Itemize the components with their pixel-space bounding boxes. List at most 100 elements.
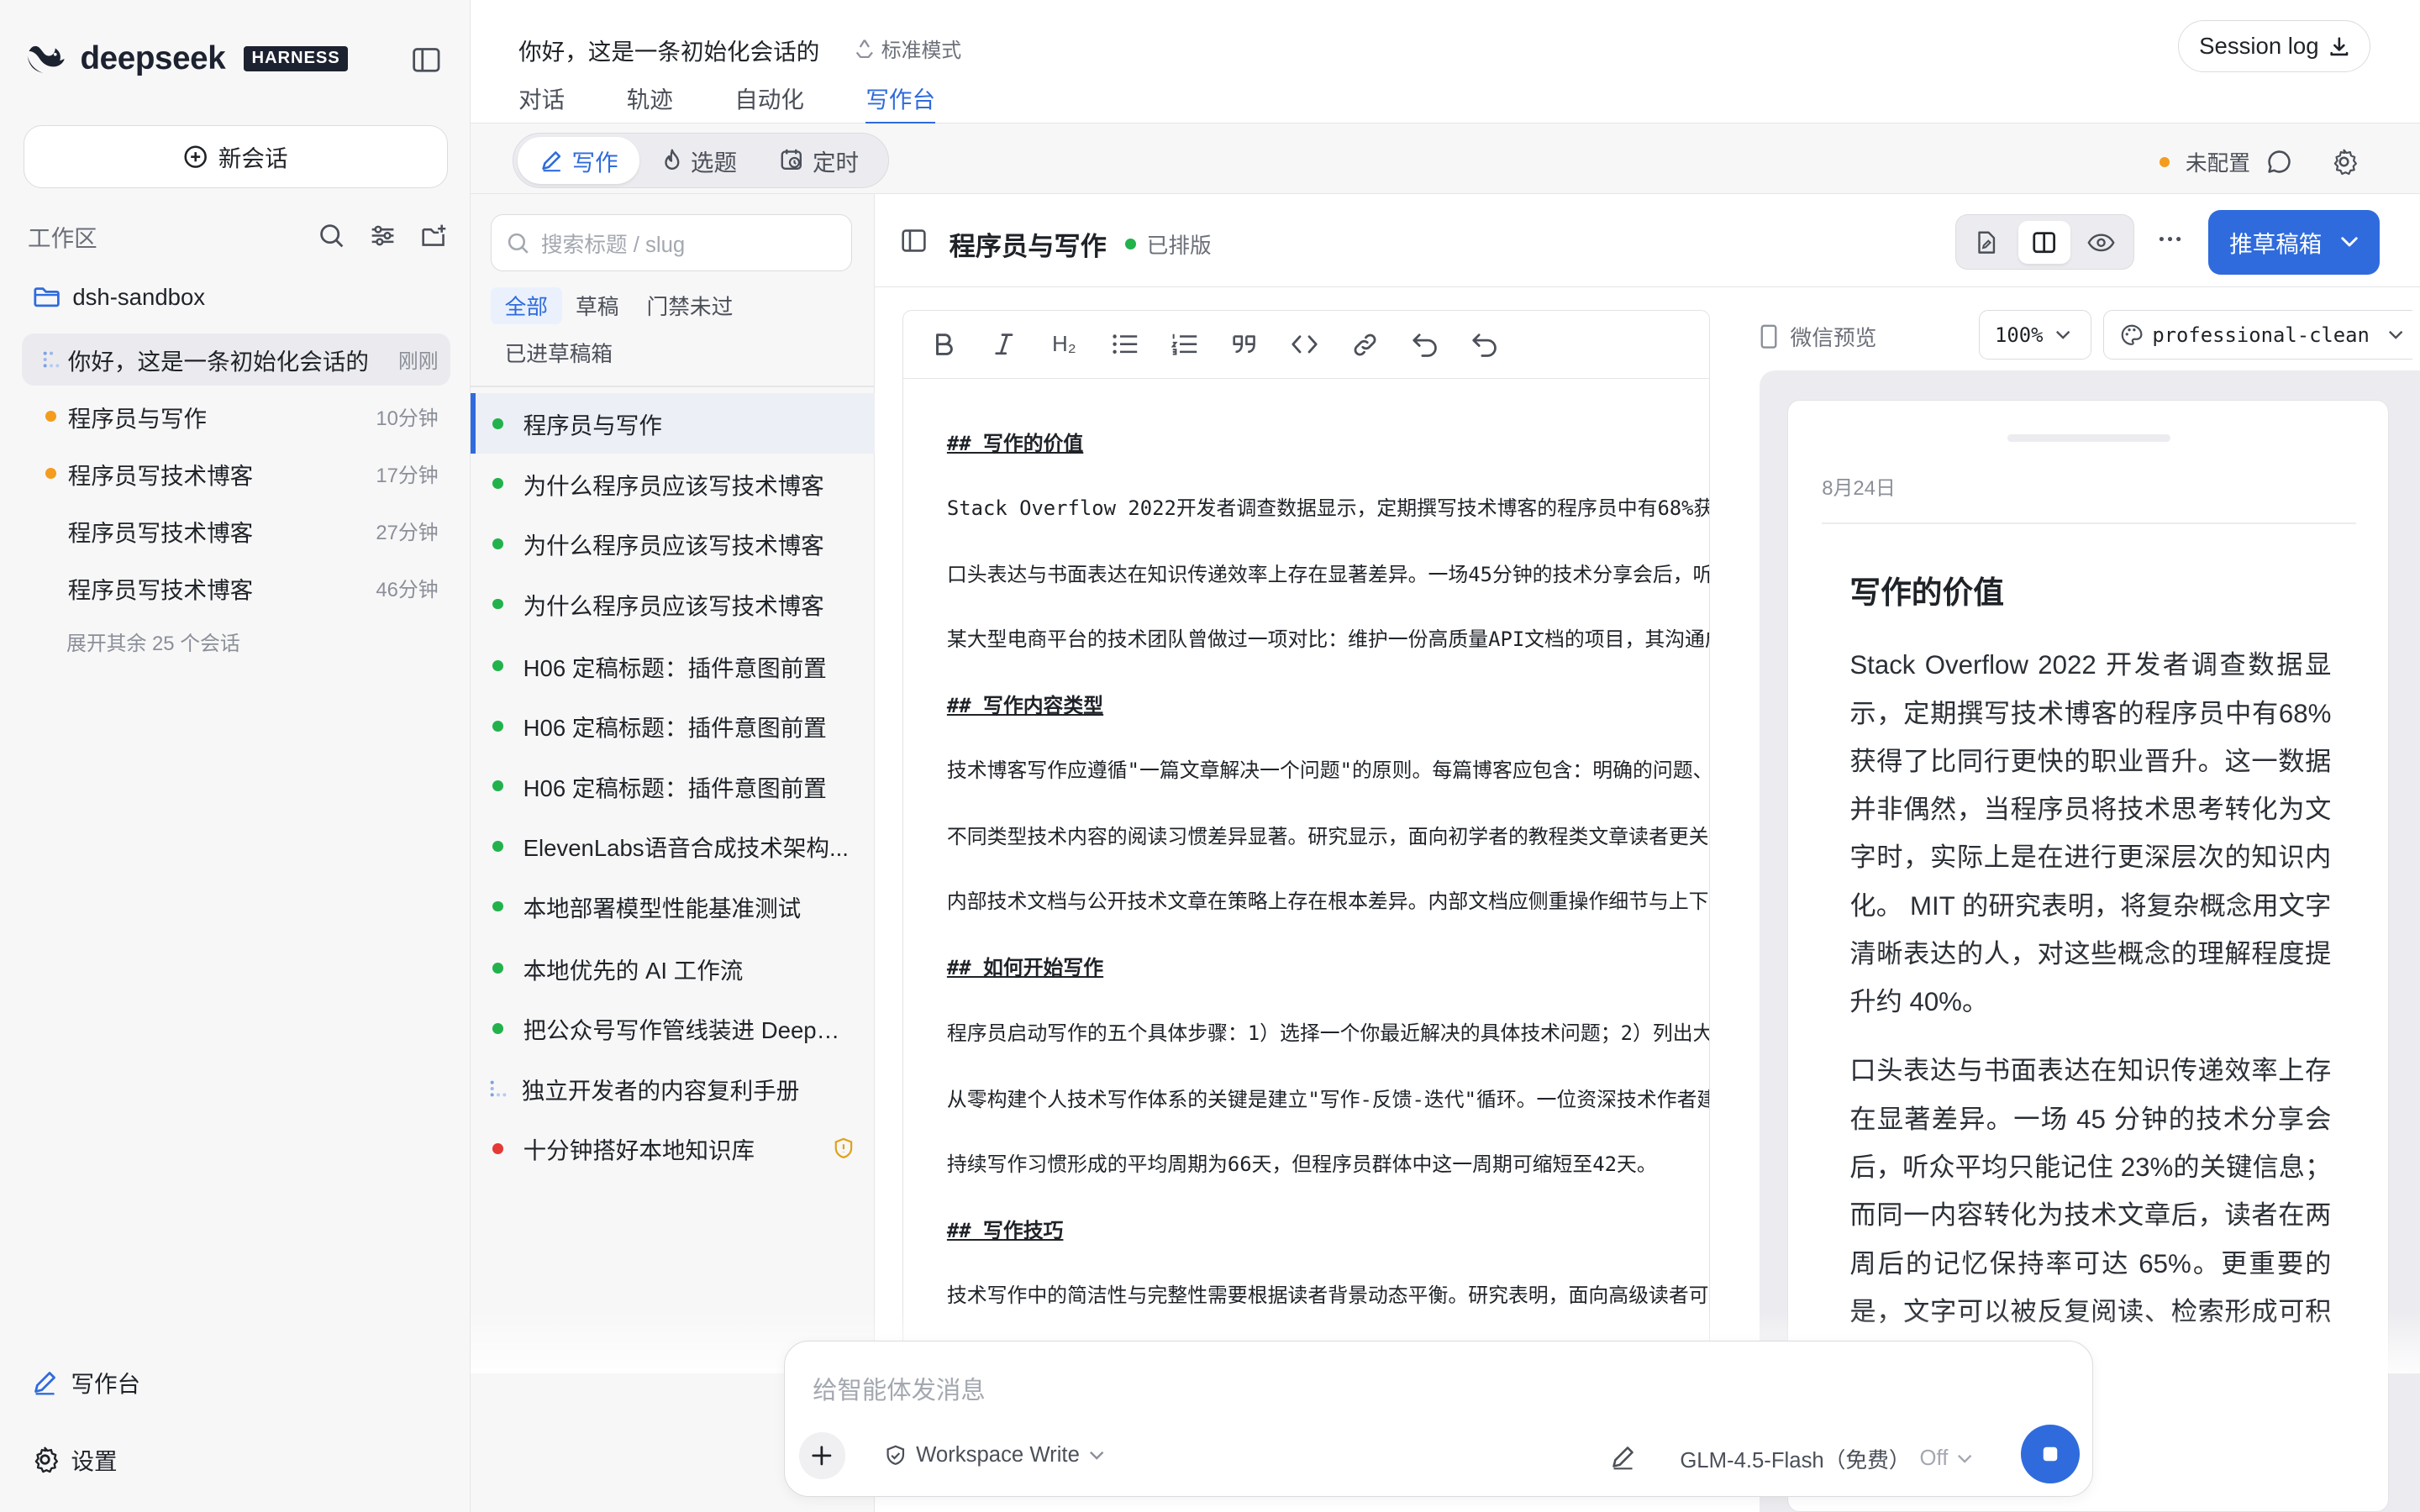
status-dot bbox=[492, 780, 503, 792]
filter-in-drafts[interactable]: 已进草稿箱 bbox=[491, 333, 627, 370]
draft-item[interactable]: H06 定稿标题：插件意图前置 bbox=[471, 636, 875, 696]
session-item[interactable]: 程序员写技术博客 46分钟 bbox=[22, 562, 451, 614]
draft-item[interactable]: 本地部署模型性能基准测试 bbox=[471, 876, 875, 937]
draft-item[interactable]: ElevenLabs语音合成技术架构... bbox=[471, 816, 875, 877]
theme-select[interactable]: professional-clean bbox=[2103, 310, 2412, 360]
filter-gate-failed[interactable]: 门禁未过 bbox=[633, 287, 747, 324]
ordered-list-icon[interactable] bbox=[1169, 329, 1200, 360]
status-dot bbox=[492, 900, 503, 912]
markdown-editor[interactable]: H₂ ## 写作的价值 Stack Overflow 2022开发者调查数据显示… bbox=[902, 310, 1711, 1375]
theme-value: professional-clean bbox=[2152, 323, 2370, 347]
document-status-text: 已排版 bbox=[1146, 234, 1212, 258]
chat-bubble-icon[interactable] bbox=[2265, 148, 2293, 176]
editor-line: 程序员启动写作的五个具体步骤：1）选择一个你最近解决的具体技术问题；2）列出大纲… bbox=[946, 1021, 1711, 1045]
pencil-icon bbox=[31, 1368, 59, 1396]
session-item[interactable]: 程序员写技术博客 27分钟 bbox=[22, 505, 451, 557]
source-view-button[interactable] bbox=[1961, 221, 2013, 264]
view-mode-toggle bbox=[1955, 214, 2135, 270]
status-dot bbox=[492, 963, 503, 974]
segment-topics[interactable]: 选题 bbox=[639, 137, 758, 183]
workspace-mode-select[interactable]: Workspace Write bbox=[884, 1443, 1105, 1467]
split-view-button[interactable] bbox=[2018, 220, 2070, 265]
new-folder-icon[interactable] bbox=[420, 222, 448, 249]
document-title: 程序员与写作 bbox=[949, 232, 1107, 262]
expand-more-sessions[interactable]: 展开其余 25 个会话 bbox=[66, 627, 240, 656]
tab-trace[interactable]: 轨迹 bbox=[627, 81, 673, 123]
tab-automation[interactable]: 自动化 bbox=[734, 81, 804, 123]
filter-all[interactable]: 全部 bbox=[491, 286, 562, 324]
session-item[interactable]: 程序员与写作 10分钟 bbox=[22, 391, 451, 443]
session-time: 10分钟 bbox=[376, 407, 439, 431]
tab-writing-desk[interactable]: 写作台 bbox=[865, 81, 936, 125]
workspace-folder[interactable]: dsh-sandbox bbox=[34, 284, 205, 311]
code-icon[interactable] bbox=[1290, 329, 1321, 360]
new-chat-label: 新会话 bbox=[218, 145, 288, 172]
chevron-down-icon bbox=[2388, 329, 2403, 340]
heading-icon[interactable]: H₂ bbox=[1049, 329, 1080, 360]
editor-line: 持续写作习惯形成的平均周期为66天，但程序员群体中这一周期可缩短至42天。 bbox=[946, 1152, 1657, 1176]
filter-sliders-icon[interactable] bbox=[369, 222, 397, 249]
conversation-title: 你好，这是一条初始化会话的 bbox=[518, 38, 820, 65]
model-name: GLM-4.5-Flash（免费） bbox=[1680, 1449, 1911, 1473]
push-to-drafts-button[interactable]: 推草稿箱 bbox=[2208, 209, 2381, 275]
draft-item[interactable]: 程序员与写作 bbox=[471, 393, 876, 454]
preview-view-button[interactable] bbox=[2075, 221, 2127, 264]
status-dot bbox=[492, 841, 503, 852]
attach-button[interactable] bbox=[798, 1432, 845, 1479]
quote-icon[interactable] bbox=[1229, 329, 1260, 360]
redo-icon[interactable] bbox=[1470, 329, 1501, 360]
folder-name: dsh-sandbox bbox=[72, 283, 206, 310]
whale-logo-icon bbox=[24, 42, 67, 76]
mode-label: 标准模式 bbox=[881, 39, 962, 63]
message-input[interactable]: 给智能体发消息 bbox=[813, 1371, 986, 1406]
draft-item[interactable]: 为什么程序员应该写技术博客 bbox=[471, 574, 875, 634]
draft-item[interactable]: 独立开发者的内容复利手册 bbox=[471, 1058, 875, 1119]
draft-item[interactable]: H06 定稿标题：插件意图前置 bbox=[471, 696, 875, 756]
gear-icon[interactable] bbox=[2330, 148, 2358, 176]
preview-date: 8月24日 bbox=[1822, 477, 1896, 501]
session-title: 你好，这是一条初始化会话的 bbox=[67, 348, 369, 375]
draft-search-input[interactable]: 搜索标题 / slug bbox=[491, 214, 852, 272]
shield-check-icon bbox=[884, 1444, 908, 1467]
search-icon[interactable] bbox=[318, 222, 345, 249]
draft-title: 为什么程序员应该写技术博客 bbox=[523, 593, 824, 620]
bullet-list-icon[interactable] bbox=[1109, 329, 1140, 360]
more-options-icon[interactable] bbox=[2156, 225, 2184, 253]
mode-badge[interactable]: 标准模式 bbox=[854, 34, 961, 63]
draft-title: H06 定稿标题：插件意图前置 bbox=[523, 774, 827, 801]
sidebar-item-label: 写作台 bbox=[71, 1371, 141, 1398]
sidebar-item-writing-desk[interactable]: 写作台 bbox=[31, 1365, 140, 1399]
draft-item[interactable]: 本地优先的 AI 工作流 bbox=[471, 938, 875, 999]
segment-schedule[interactable]: 定时 bbox=[759, 137, 881, 183]
link-icon[interactable] bbox=[1349, 329, 1381, 360]
editor-line: 技术写作中的简洁性与完整性需要根据读者背景动态平衡。研究表明，面向高级读者可以省… bbox=[946, 1283, 1709, 1307]
filter-draft[interactable]: 草稿 bbox=[562, 287, 633, 324]
editor-heading-line: ## 写作的价值 bbox=[946, 431, 1084, 455]
bold-icon[interactable] bbox=[929, 329, 960, 360]
document-status: 已排版 bbox=[1124, 228, 1212, 260]
draft-item[interactable]: H06 定稿标题：插件意图前置 bbox=[471, 756, 875, 816]
italic-icon[interactable] bbox=[988, 329, 1019, 360]
draft-item[interactable]: 十分钟搭好本地知识库 bbox=[471, 1119, 875, 1179]
edit-pencil-icon[interactable] bbox=[1609, 1443, 1637, 1471]
new-chat-button[interactable]: 新会话 bbox=[23, 124, 448, 189]
tab-chat[interactable]: 对话 bbox=[518, 81, 565, 123]
sidebar-collapse-icon[interactable] bbox=[411, 45, 442, 76]
zoom-select[interactable]: 100% bbox=[1978, 310, 2091, 360]
editor-heading-line: ## 写作内容类型 bbox=[946, 694, 1104, 718]
stop-button[interactable] bbox=[2021, 1425, 2080, 1484]
session-item[interactable]: 程序员写技术博客 17分钟 bbox=[22, 448, 451, 500]
session-title: 程序员写技术博客 bbox=[67, 576, 254, 603]
undo-icon[interactable] bbox=[1410, 329, 1441, 360]
session-item[interactable]: 你好，这是一条初始化会话的 刚刚 bbox=[21, 333, 451, 386]
panel-toggle-icon[interactable] bbox=[900, 227, 928, 255]
session-log-button[interactable]: Session log bbox=[2178, 19, 2371, 73]
draft-item[interactable]: 把公众号写作管线装进 DeepSe... bbox=[471, 998, 875, 1058]
brand-logo: deepseek HARNESS bbox=[24, 40, 348, 77]
model-select[interactable]: GLM-4.5-Flash（免费） Off bbox=[1680, 1443, 1972, 1474]
editor-header: 程序员与写作 已排版 推草稿箱 bbox=[875, 194, 2420, 287]
segment-write[interactable]: 写作 bbox=[518, 137, 640, 184]
draft-item[interactable]: 为什么程序员应该写技术博客 bbox=[471, 454, 875, 514]
draft-item[interactable]: 为什么程序员应该写技术博客 bbox=[471, 514, 875, 575]
sidebar-item-settings[interactable]: 设置 bbox=[31, 1442, 118, 1476]
